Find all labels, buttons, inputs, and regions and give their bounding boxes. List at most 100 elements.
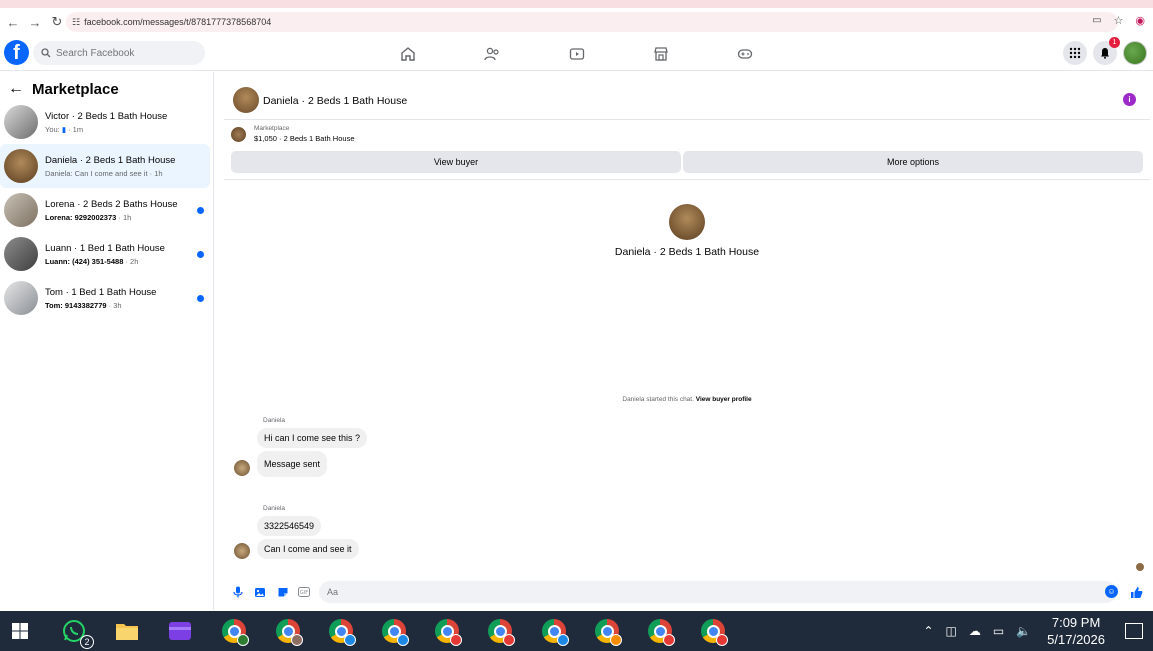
preview-time: · 3h — [106, 300, 122, 310]
bookmark-star-icon[interactable]: ☆ — [1114, 14, 1124, 27]
menu-grid-icon[interactable] — [1063, 41, 1087, 65]
message-bubble: Message sent — [257, 451, 328, 477]
back-arrow-icon[interactable]: ← — [8, 80, 24, 98]
conversation-preview: Daniela: Can I come and see it · 1h — [45, 168, 163, 178]
home-icon[interactable] — [398, 44, 418, 64]
listing-avatar — [4, 105, 38, 139]
whatsapp-icon[interactable]: 2 — [62, 619, 94, 649]
conversation-item[interactable]: Victor · 2 Beds 1 Bath House You: ▮ · 1m — [0, 100, 210, 144]
message-bubble: Hi can I come see this ? — [257, 428, 368, 448]
chrome-profile-icon[interactable] — [488, 619, 515, 646]
listing-avatar — [4, 281, 38, 315]
microphone-icon[interactable] — [231, 585, 245, 599]
thumbs-up-icon[interactable] — [1129, 585, 1143, 599]
chrome-profile-icon[interactable] — [276, 619, 303, 646]
preview-message: Luann: (424) 351-5488 — [45, 256, 124, 266]
notifications-bell-icon[interactable]: 1 — [1093, 37, 1120, 65]
reload-icon[interactable]: ↻ — [46, 11, 68, 33]
chrome-profile-icon[interactable] — [329, 619, 356, 646]
info-icon[interactable]: i — [1123, 93, 1136, 106]
preview-time: · 2h — [123, 256, 139, 266]
file-explorer-icon[interactable] — [115, 619, 139, 643]
network-icon[interactable]: ▭ — [993, 624, 1004, 638]
facebook-logo-icon[interactable]: f — [4, 40, 29, 65]
address-bar[interactable]: ☷ facebook.com/messages/t/87817773785687… — [66, 12, 1118, 32]
conversation-heading: Daniela · 2 Beds 1 Bath House — [614, 246, 760, 258]
clock-time: 7:09 PM — [1051, 615, 1101, 630]
preview-message: Lorena: 9292002373 — [45, 212, 117, 222]
marketplace-icon[interactable] — [651, 44, 671, 64]
forward-arrow-icon[interactable]: → — [24, 11, 46, 33]
unread-indicator — [197, 294, 204, 302]
chat-avatar[interactable] — [233, 87, 259, 113]
back-arrow-icon[interactable]: ← — [2, 11, 24, 33]
buyer-avatar[interactable] — [669, 204, 705, 240]
windows-start-icon[interactable] — [8, 619, 32, 643]
install-app-icon[interactable]: ▭ — [1092, 15, 1101, 26]
video-icon[interactable] — [567, 44, 587, 64]
preview-time: · 1h — [116, 212, 132, 222]
listing-avatar — [4, 193, 38, 227]
chrome-profile-icon[interactable] — [222, 619, 249, 646]
volume-icon[interactable]: 🔈 — [1016, 624, 1031, 638]
system-clock[interactable]: 7:09 PM 5/17/2026 — [1047, 614, 1105, 648]
view-buyer-profile-link[interactable]: View buyer profile — [696, 396, 752, 403]
meet-now-icon[interactable]: ◫ — [946, 624, 957, 638]
preview-prefix: You: — [45, 124, 60, 134]
search-box[interactable] — [33, 41, 205, 65]
chrome-profile-icon[interactable] — [542, 619, 569, 646]
account-avatar[interactable] — [1123, 41, 1147, 65]
onedrive-icon[interactable]: ☁ — [969, 624, 981, 638]
action-center-icon[interactable] — [1125, 623, 1143, 639]
clipchamp-icon[interactable] — [168, 619, 192, 643]
conversation-name: Daniela · 2 Beds 1 Bath House — [45, 154, 176, 166]
chrome-profile-icon[interactable] — [435, 619, 462, 646]
thumbs-up-icon: ▮ — [61, 124, 66, 134]
conversation-preview: Luann: (424) 351-5488 · 2h — [45, 257, 165, 266]
conversation-item[interactable]: Tom · 1 Bed 1 Bath House Tom: 9143382779… — [0, 276, 210, 320]
conversation-item[interactable]: Lorena · 2 Beds 2 Baths House Lorena: 92… — [0, 188, 210, 232]
conversation-preview: Lorena: 9292002373 · 1h — [45, 213, 178, 222]
conversation-item[interactable]: Daniela · 2 Beds 1 Bath House Daniela: C… — [0, 144, 210, 188]
chevron-up-icon[interactable]: ⌃ — [923, 624, 933, 638]
chat-panel: Daniela · 2 Beds 1 Bath House i Marketpl… — [224, 80, 1150, 610]
system-tray: ⌃ ◫ ☁ ▭ 🔈 7:09 PM 5/17/2026 — [917, 611, 1153, 651]
photo-icon[interactable] — [253, 585, 267, 599]
chrome-profile-icon[interactable] — [382, 619, 409, 646]
facebook-header: f 1 — [0, 36, 1153, 71]
search-input[interactable] — [56, 47, 186, 59]
sticker-icon[interactable] — [276, 585, 290, 599]
site-info-icon[interactable]: ☷ — [72, 17, 80, 28]
chrome-profile-icon[interactable] — [595, 619, 622, 646]
gif-icon[interactable]: GIF — [297, 585, 311, 599]
divider — [224, 179, 1150, 180]
conversation-name: Tom · 1 Bed 1 Bath House — [45, 286, 157, 298]
listing-price: $1,050 · 2 Beds 1 Bath House — [254, 134, 355, 143]
preview-message: Tom: 9143382779 — [45, 300, 107, 310]
profile-icon[interactable]: ◉ — [1135, 14, 1145, 27]
unread-indicator — [197, 206, 204, 214]
search-icon — [41, 48, 51, 58]
preview-time: · 1m — [68, 124, 84, 134]
chat-title[interactable]: Daniela · 2 Beds 1 Bath House — [263, 95, 407, 107]
view-buyer-button[interactable]: View buyer — [231, 151, 681, 173]
emoji-icon[interactable]: ☺ — [1105, 585, 1118, 598]
url-text: facebook.com/messages/t/8781777378568704 — [84, 17, 272, 27]
chat-started-notice: Daniela started this chat. View buyer pr… — [224, 396, 1150, 403]
more-options-button[interactable]: More options — [683, 151, 1143, 173]
notification-badge: 1 — [1109, 37, 1120, 48]
gaming-icon[interactable] — [735, 44, 755, 64]
seen-indicator-avatar — [1136, 563, 1144, 571]
listing-summary[interactable]: Marketplace $1,050 · 2 Beds 1 Bath House — [231, 125, 355, 143]
sender-avatar — [234, 460, 250, 476]
chat-header: Daniela · 2 Beds 1 Bath House i — [224, 80, 1150, 120]
listing-avatar — [4, 149, 38, 183]
friends-icon[interactable] — [482, 44, 502, 64]
message-bubble: 3322546549 — [257, 516, 322, 536]
marketplace-label: Marketplace — [254, 125, 290, 132]
chrome-profile-icon[interactable] — [701, 619, 728, 646]
conversation-preview: You: ▮ · 1m — [45, 125, 167, 134]
conversation-item[interactable]: Luann · 1 Bed 1 Bath House Luann: (424) … — [0, 232, 210, 276]
message-input[interactable] — [319, 581, 1117, 603]
chrome-profile-icon[interactable] — [648, 619, 675, 646]
